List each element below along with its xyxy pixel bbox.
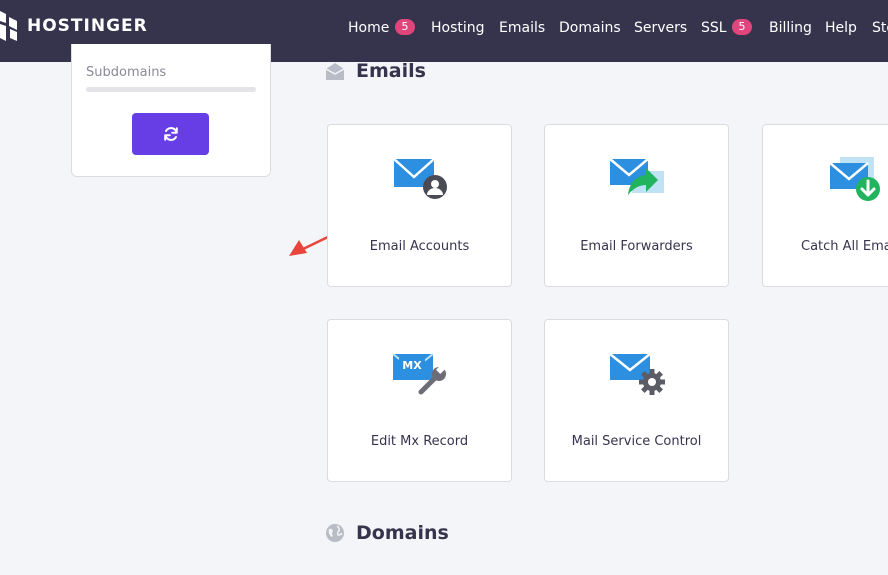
- domains-section-title: Domains: [356, 522, 449, 544]
- nav-billing[interactable]: Billing: [769, 18, 812, 38]
- mail-service-control-tile[interactable]: Mail Service Control: [544, 319, 729, 482]
- brand-logo[interactable]: HOSTINGER: [0, 11, 148, 41]
- email-accounts-label: Email Accounts: [369, 239, 470, 254]
- nav-domains[interactable]: Domains: [559, 18, 621, 38]
- domains-section-header: Domains: [325, 522, 449, 544]
- email-forwarders-label: Email Forwarders: [580, 239, 693, 254]
- brand-name: HOSTINGER: [27, 16, 148, 36]
- nav-ssl[interactable]: SSL: [701, 18, 727, 38]
- refresh-icon: [163, 127, 178, 141]
- nav-servers[interactable]: Servers: [634, 18, 687, 38]
- subdomains-progress-bar: [86, 87, 256, 92]
- refresh-button[interactable]: [132, 113, 209, 155]
- email-forwarders-icon: [608, 158, 664, 195]
- catch-all-emails-label: Catch All Emails: [801, 239, 888, 254]
- globe-icon: [326, 524, 344, 542]
- nav-hosting[interactable]: Hosting: [431, 18, 485, 38]
- catch-all-emails-icon: [828, 157, 880, 201]
- nav-store[interactable]: Store: [872, 18, 888, 38]
- home-badge: 5: [395, 19, 415, 35]
- mail-service-control-label: Mail Service Control: [571, 434, 702, 449]
- ssl-badge: 5: [732, 19, 752, 35]
- envelope-icon: [325, 63, 345, 80]
- hostinger-logo-icon: [0, 11, 17, 41]
- catch-all-emails-tile[interactable]: Catch All Emails: [762, 124, 888, 287]
- emails-section-title: Emails: [356, 60, 426, 82]
- edit-mx-record-label: Edit Mx Record: [370, 434, 469, 449]
- mail-service-control-icon: [608, 353, 665, 395]
- edit-mx-record-icon: MX: [391, 353, 446, 395]
- nav-home[interactable]: Home: [348, 18, 389, 38]
- svg-text:MX: MX: [402, 359, 422, 372]
- subdomains-label: Subdomains: [86, 65, 167, 80]
- edit-mx-record-tile[interactable]: MX Edit Mx Record: [327, 319, 512, 482]
- emails-section-header: Emails: [325, 60, 426, 82]
- nav-emails[interactable]: Emails: [499, 18, 545, 38]
- nav-help[interactable]: Help: [825, 18, 857, 38]
- email-forwarders-tile[interactable]: Email Forwarders: [544, 124, 729, 287]
- email-accounts-tile[interactable]: Email Accounts: [327, 124, 512, 287]
- email-accounts-icon: [392, 158, 447, 199]
- sidebar-card: Subdomains: [71, 44, 271, 177]
